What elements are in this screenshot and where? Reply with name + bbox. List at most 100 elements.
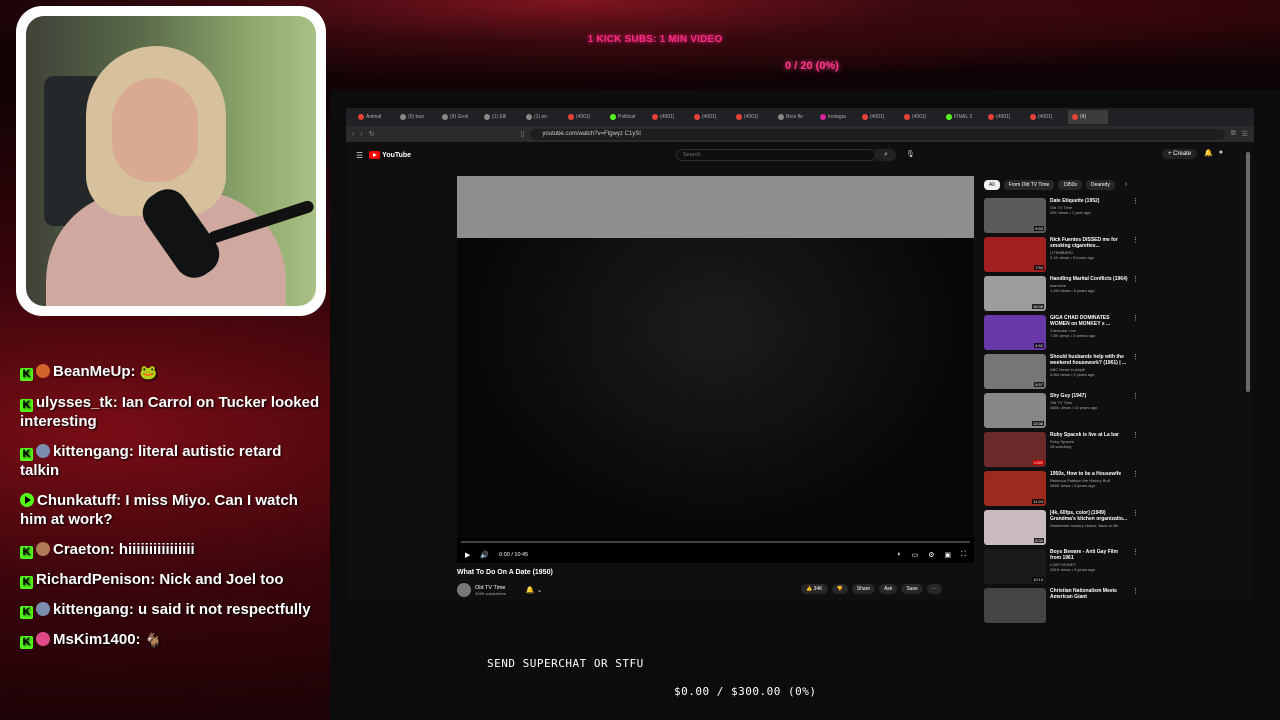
hamburger-icon[interactable]: ☰	[356, 151, 363, 160]
reload-icon[interactable]: ↻	[369, 130, 375, 138]
recommendation-item[interactable]: LIVE Ruby Spacek is live at La bar Ruby Sp…	[984, 432, 1139, 471]
share-button[interactable]: Share	[851, 584, 876, 594]
recommendation-item[interactable]: 10:06 Handling Marital Conflicts (1964) tv…	[984, 276, 1139, 315]
browser-tab[interactable]: Instagra	[816, 110, 856, 124]
account-avatar[interactable]: ●	[1219, 149, 1223, 157]
browser-tab[interactable]: (9) Grok	[438, 110, 478, 124]
save-button[interactable]: Save	[901, 584, 923, 594]
youtube-logo[interactable]: YouTube	[369, 151, 411, 159]
video-progress-bar[interactable]	[461, 541, 970, 543]
video-thumbnail[interactable]: 7:54	[984, 237, 1046, 272]
browser-tab[interactable]: Animal	[354, 110, 394, 124]
more-options-icon[interactable]: ⋮	[1132, 588, 1139, 627]
notifications-icon[interactable]: 🔔	[1204, 149, 1213, 157]
browser-tab[interactable]: FINAL 3	[942, 110, 982, 124]
browser-tab[interactable]: (1) Elli	[480, 110, 520, 124]
back-icon[interactable]: ‹	[352, 131, 354, 138]
video-thumbnail[interactable]	[984, 588, 1046, 623]
browser-tab[interactable]: (4001)	[900, 110, 940, 124]
search-icon[interactable]: ⌕	[876, 149, 896, 161]
browser-tab[interactable]: (4001)	[732, 110, 772, 124]
menu-icon[interactable]: ☰	[1242, 130, 1248, 138]
video-duration: 7:54	[1034, 265, 1044, 270]
channel-name[interactable]: Old TV Time	[475, 585, 506, 591]
kick-sub-goal-text: 1 KICK SUBS: 1 MIN VIDEO	[587, 34, 723, 45]
play-icon[interactable]: ▶	[465, 551, 470, 559]
recommendation-item[interactable]: 8:57 Should husbands help with the weeken…	[984, 354, 1139, 393]
recommendation-item[interactable]: 9:53 Date Etiquette (1952) Old TV Time 29K …	[984, 198, 1139, 237]
miniplayer-icon[interactable]: ▣	[944, 551, 951, 559]
chat-text: u said it not respectfully	[138, 601, 311, 618]
filter-chip[interactable]: 1950s	[1058, 180, 1082, 190]
recommendation-item[interactable]: 11:24 1950s, How to be a Housewife Rebecca…	[984, 471, 1139, 510]
more-options-icon[interactable]: ⋯	[926, 584, 942, 594]
recommendations-list: 9:53 Date Etiquette (1952) Old TV Time 29K …	[984, 198, 1139, 627]
recommendation-item[interactable]: 8:34 [4k, 60fps, color] (1949) Grandma's …	[984, 510, 1139, 549]
video-thumbnail[interactable]: 4:52	[984, 315, 1046, 350]
browser-tab[interactable]: (4001)	[690, 110, 730, 124]
video-thumbnail[interactable]: 11:24	[984, 471, 1046, 506]
video-player[interactable]: ▶ 🔊 0:00 / 10:45 ◐ ▭ ⚙ ▣ ⛶	[457, 176, 974, 563]
voice-search-icon[interactable]: 🎙	[906, 150, 915, 158]
search-input[interactable]: Search	[676, 149, 876, 161]
more-options-icon[interactable]: ⋮	[1132, 237, 1139, 276]
browser-tab[interactable]: (9) true	[396, 110, 436, 124]
browser-tab[interactable]: (4001)	[1026, 110, 1066, 124]
more-options-icon[interactable]: ⋮	[1132, 276, 1139, 315]
more-options-icon[interactable]: ⋮	[1132, 315, 1139, 354]
settings-icon[interactable]: ⚙	[928, 551, 934, 559]
recommendation-item[interactable]: 10:13 Boys Beware - Anti Gay Film from 19…	[984, 549, 1139, 588]
recommendation-item[interactable]: 7:54 Nick Fuentes DISSED me for smoking c…	[984, 237, 1139, 276]
scrollbar[interactable]	[1246, 152, 1250, 392]
more-options-icon[interactable]: ⋮	[1132, 549, 1139, 588]
captions-icon[interactable]: ▭	[912, 551, 919, 559]
youtube-play-icon	[369, 151, 381, 159]
filter-chip[interactable]: Dearedy	[1085, 180, 1115, 190]
recommendation-item[interactable]: Christian Nationalism Meets American Gia…	[984, 588, 1139, 627]
subscription-bell-icon[interactable]: 🔔 ⌄	[526, 586, 543, 594]
more-options-icon[interactable]: ⋮	[1132, 198, 1139, 237]
user-avatar	[36, 632, 50, 646]
video-thumbnail[interactable]: 8:57	[984, 354, 1046, 389]
extensions-icon[interactable]: ⧉	[1231, 130, 1236, 138]
channel-avatar[interactable]	[457, 583, 471, 597]
video-thumbnail[interactable]: 9:53	[984, 198, 1046, 233]
dislike-button[interactable]: 👎	[831, 584, 848, 594]
video-thumbnail[interactable]: 13:36	[984, 393, 1046, 428]
chat-message: K RichardPenison: Nick and Joel too	[20, 570, 320, 589]
browser-tab[interactable]: Political	[606, 110, 646, 124]
browser-tab[interactable]: Bros fle	[774, 110, 814, 124]
url-input[interactable]: youtube.com/watch?v=Ftgwyz C1ySI	[530, 128, 1225, 140]
more-options-icon[interactable]: ⋮	[1132, 393, 1139, 432]
like-button[interactable]: 👍 34K	[801, 584, 828, 594]
video-thumbnail[interactable]: LIVE	[984, 432, 1046, 467]
recommendation-item[interactable]: 4:52 GIGA CHAD DOMINATES WOMEN on MONKEY …	[984, 315, 1139, 354]
create-button[interactable]: + Create	[1162, 149, 1198, 159]
filter-chip[interactable]: From Old TV Time	[1003, 180, 1055, 190]
tab-favicon-icon	[694, 114, 700, 120]
browser-tab[interactable]: (1) on	[522, 110, 562, 124]
autoplay-toggle[interactable]: ◐	[897, 551, 901, 558]
browser-tab[interactable]: (4001)	[564, 110, 604, 124]
forward-icon[interactable]: ›	[360, 131, 362, 138]
more-options-icon[interactable]: ⋮	[1132, 471, 1139, 510]
video-thumbnail[interactable]: 10:13	[984, 549, 1046, 584]
browser-tab[interactable]: (4001)	[648, 110, 688, 124]
video-thumbnail[interactable]: 8:34	[984, 510, 1046, 545]
more-options-icon[interactable]: ⋮	[1132, 432, 1139, 471]
kick-badge-icon: K	[20, 636, 33, 649]
video-thumbnail[interactable]: 10:06	[984, 276, 1046, 311]
chevron-right-icon[interactable]: ›	[1125, 180, 1127, 190]
fullscreen-icon[interactable]: ⛶	[961, 551, 966, 559]
filter-chip[interactable]: All	[984, 180, 1000, 190]
browser-tab[interactable]: (4001)	[984, 110, 1024, 124]
more-options-icon[interactable]: ⋮	[1132, 510, 1139, 549]
more-options-icon[interactable]: ⋮	[1132, 354, 1139, 393]
ask-button[interactable]: Ask	[879, 584, 898, 594]
recommendation-item[interactable]: 13:36 Shy Guy (1947) Old TV Time 466K views…	[984, 393, 1139, 432]
volume-icon[interactable]: 🔊	[480, 551, 489, 559]
browser-tab[interactable]: (4001)	[858, 110, 898, 124]
bookmark-icon[interactable]: ▯	[521, 130, 525, 138]
browser-tab[interactable]: (4)	[1068, 110, 1108, 124]
tab-favicon-icon	[862, 114, 868, 120]
